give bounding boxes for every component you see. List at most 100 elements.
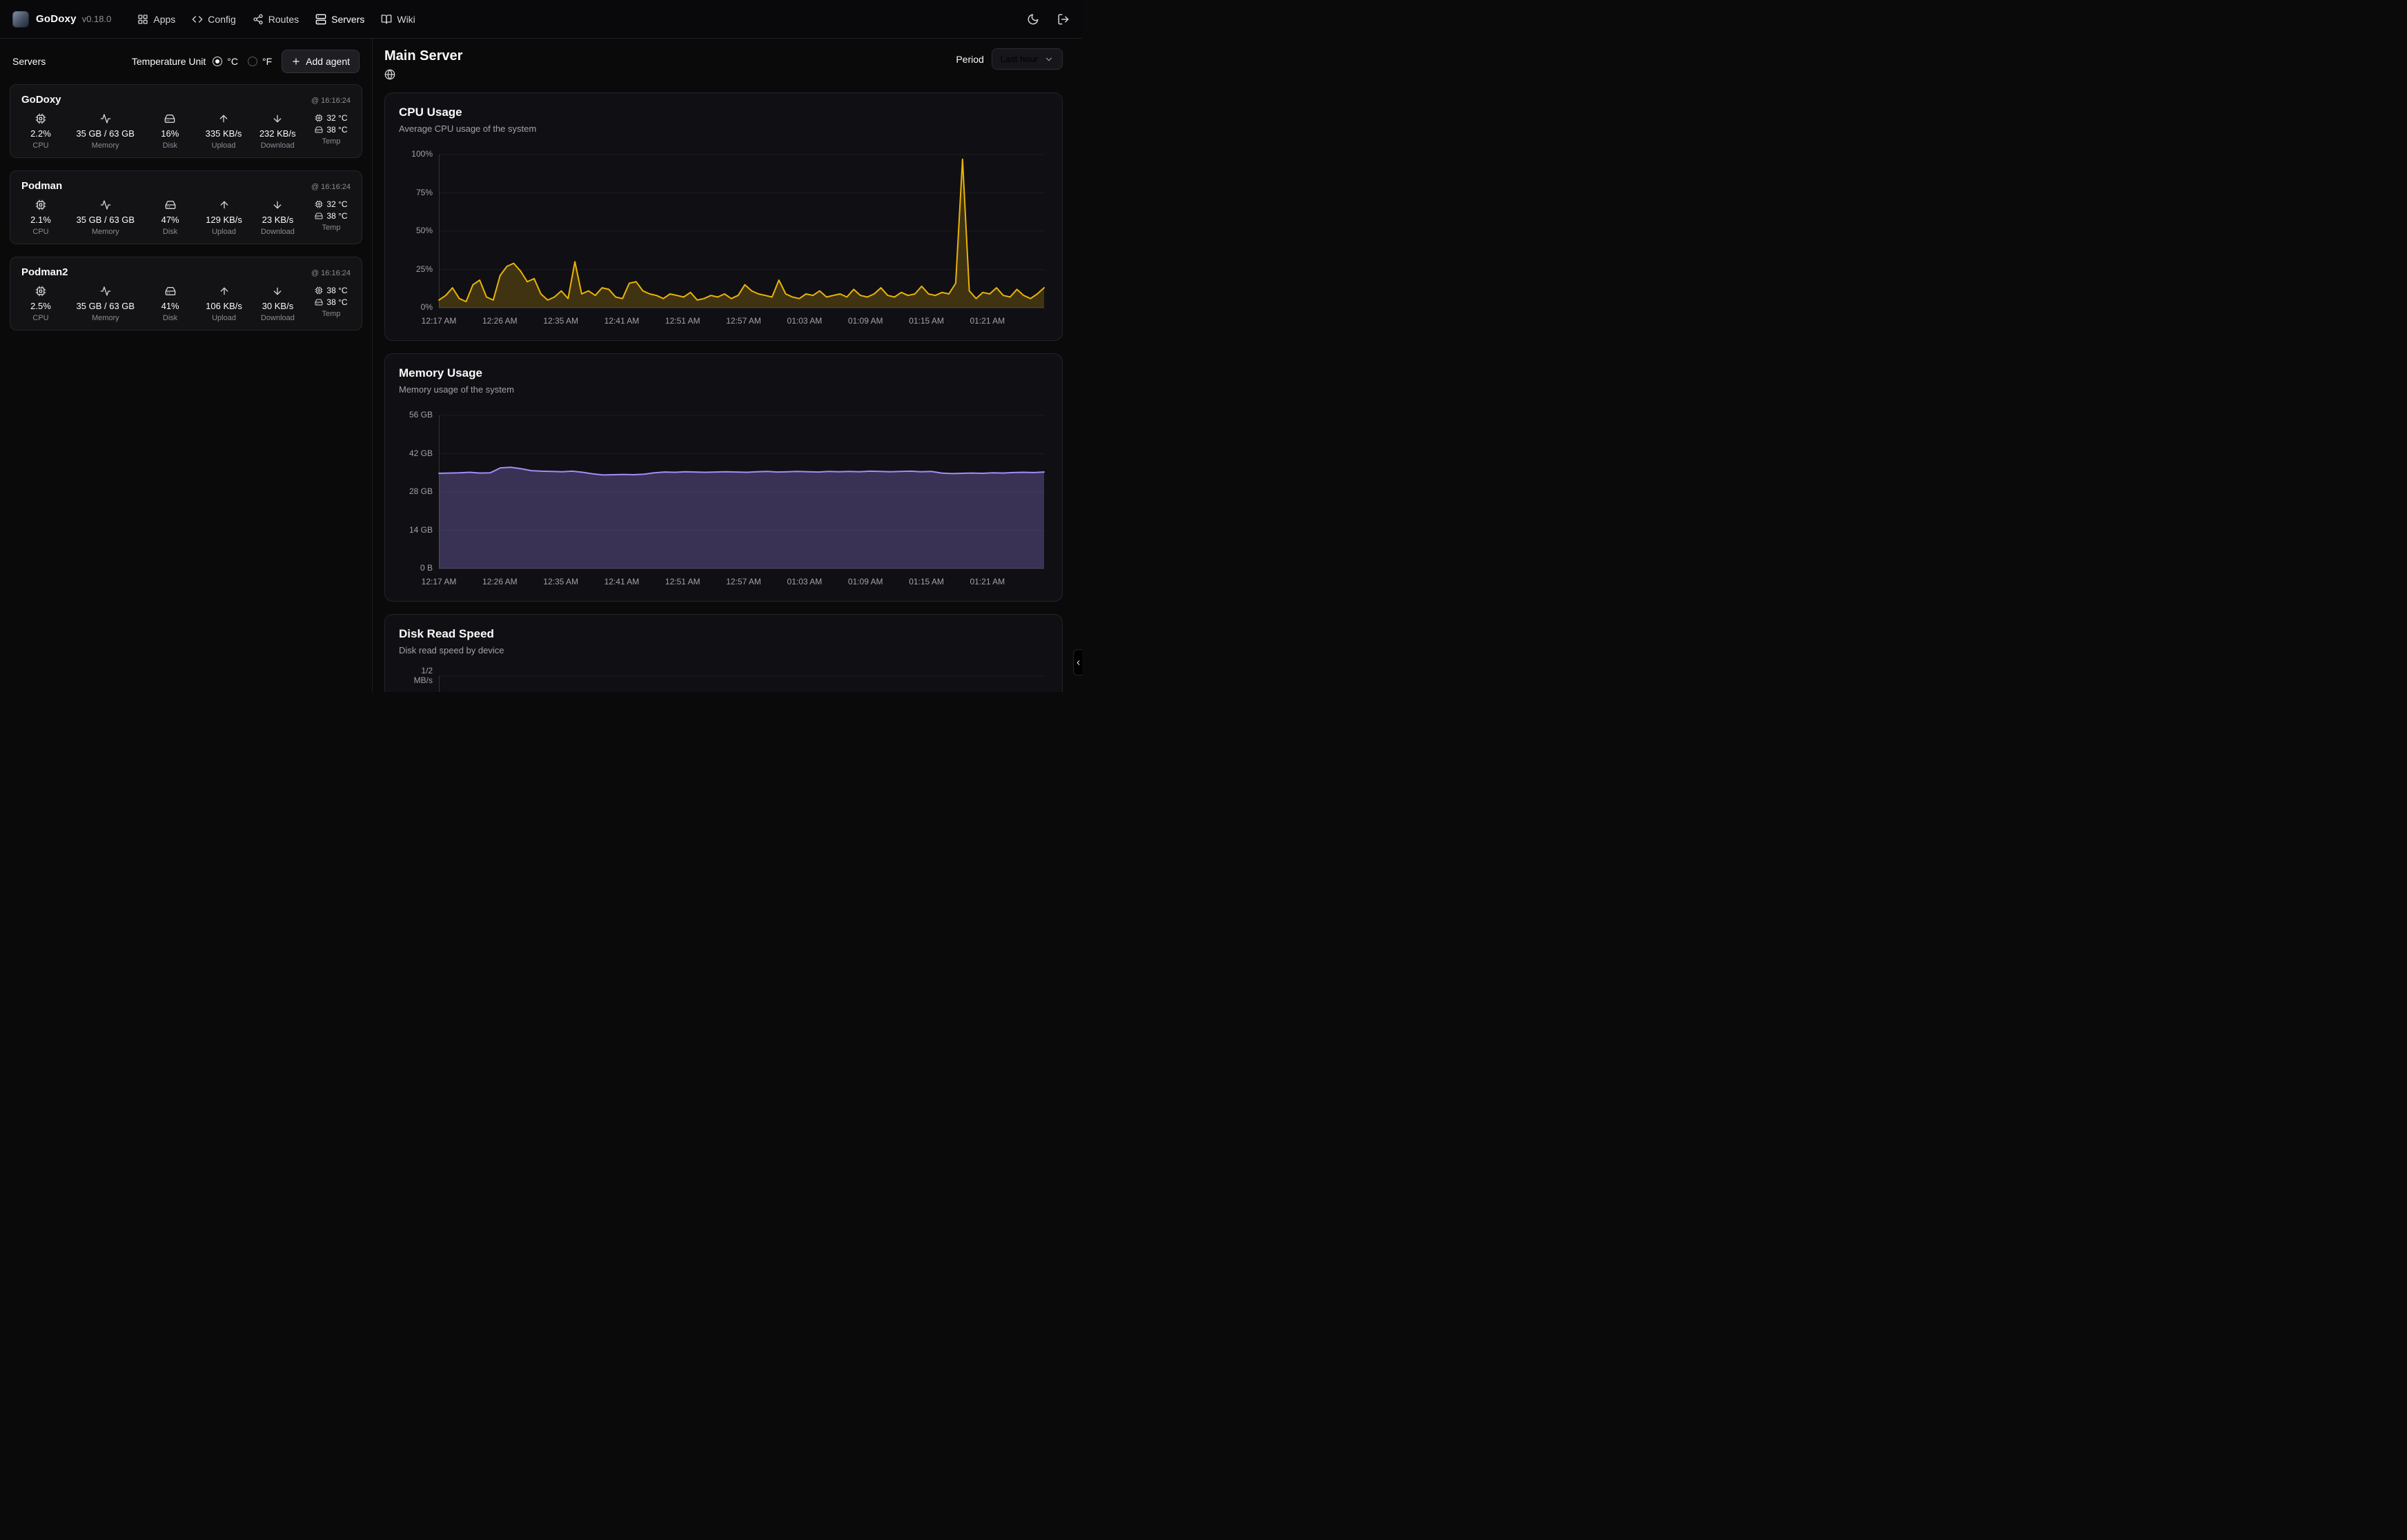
memory-usage-card: Memory Usage Memory usage of the system …: [384, 353, 1063, 602]
fahrenheit-radio[interactable]: °F: [248, 56, 272, 67]
chart-subtitle: Average CPU usage of the system: [399, 124, 1044, 134]
disk-stat: 16% Disk: [152, 113, 188, 150]
main-content: Main Server Period Last hour CPU Usage A…: [373, 39, 1082, 692]
servers-panel: Servers Temperature Unit °C °F Add agent…: [0, 39, 373, 692]
chart-title: Memory Usage: [399, 366, 1044, 380]
upload-label: Upload: [212, 141, 236, 150]
cpu-icon: [35, 199, 46, 210]
disk-read-speed-card: Disk Read Speed Disk read speed by devic…: [384, 614, 1063, 692]
chevron-left-icon: [1074, 659, 1082, 667]
nav-item-wiki[interactable]: Wiki: [381, 14, 415, 25]
disk-temp-value: 38 °C: [326, 297, 347, 307]
chart-title: Disk Read Speed: [399, 627, 1044, 641]
nav-item-servers[interactable]: Servers: [315, 14, 364, 25]
chart-title: CPU Usage: [399, 106, 1044, 119]
memory-value: 35 GB / 63 GB: [76, 128, 135, 139]
y-tick-label: 56 GB: [404, 411, 433, 420]
period-select[interactable]: Last hour: [992, 48, 1063, 70]
y-tick-label: 1/2 MB/s: [404, 667, 433, 686]
nav-item-label: Config: [208, 14, 235, 25]
y-tick-label: 50%: [404, 226, 433, 236]
upload-arrow-icon: [218, 113, 229, 124]
upload-value: 129 KB/s: [206, 215, 242, 225]
upload-label: Upload: [212, 314, 236, 322]
nav-item-label: Servers: [331, 14, 364, 25]
disk-label: Disk: [163, 314, 177, 322]
server-icon: [315, 14, 326, 25]
brand-name: GoDoxy: [36, 13, 77, 25]
logout-button[interactable]: [1057, 13, 1070, 26]
hard-drive-icon: [165, 286, 176, 297]
y-tick-label: 42 GB: [404, 449, 433, 459]
upload-value: 335 KB/s: [206, 128, 242, 139]
nav-item-apps[interactable]: Apps: [137, 14, 175, 25]
y-tick-label: 0%: [404, 303, 433, 313]
server-timestamp: @ 16:16:24: [311, 183, 351, 191]
temp-label: Temp: [322, 310, 341, 318]
upload-stat: 335 KB/s Upload: [206, 113, 242, 150]
logout-icon: [1057, 13, 1070, 26]
y-axis: 56 GB42 GB28 GB14 GB0 B: [399, 415, 439, 590]
x-tick-label: 01:03 AM: [787, 316, 823, 326]
nav-item-config[interactable]: Config: [192, 14, 235, 25]
y-tick-label: 25%: [404, 265, 433, 275]
x-tick-label: 01:09 AM: [848, 577, 883, 586]
x-tick-label: 12:57 AM: [726, 577, 761, 586]
download-value: 30 KB/s: [262, 301, 294, 311]
x-tick-label: 01:15 AM: [909, 577, 944, 586]
radio-unchecked-icon: [248, 57, 257, 66]
hard-drive-icon: [315, 126, 323, 134]
cpu-value: 2.5%: [30, 301, 51, 311]
memory-label: Memory: [92, 314, 119, 322]
server-card-godoxy[interactable]: GoDoxy @ 16:16:24 2.2% CPU 35 GB / 63 GB…: [10, 84, 362, 158]
temperature-unit-label: Temperature Unit: [132, 56, 206, 67]
x-tick-label: 12:26 AM: [482, 316, 518, 326]
x-tick-label: 12:17 AM: [422, 316, 457, 326]
server-card-podman[interactable]: Podman @ 16:16:24 2.1% CPU 35 GB / 63 GB…: [10, 170, 362, 244]
hard-drive-icon: [315, 212, 323, 220]
cpu-label: CPU: [32, 228, 48, 236]
plus-icon: [291, 57, 301, 66]
celsius-radio[interactable]: °C: [213, 56, 238, 67]
disk-value: 47%: [161, 215, 179, 225]
x-tick-label: 12:17 AM: [422, 577, 457, 586]
panel-collapse-handle[interactable]: [1073, 649, 1082, 675]
add-agent-button[interactable]: Add agent: [282, 50, 360, 73]
add-agent-label: Add agent: [306, 56, 350, 67]
x-tick-label: 12:26 AM: [482, 577, 518, 586]
celsius-label: °C: [227, 56, 238, 67]
upload-stat: 106 KB/s Upload: [206, 286, 242, 322]
server-card-podman2[interactable]: Podman2 @ 16:16:24 2.5% CPU 35 GB / 63 G…: [10, 257, 362, 330]
hard-drive-icon: [165, 199, 176, 210]
activity-icon: [100, 286, 111, 297]
grid-icon: [137, 14, 148, 25]
upload-stat: 129 KB/s Upload: [206, 199, 242, 236]
download-value: 23 KB/s: [262, 215, 294, 225]
godoxy-logo: [12, 11, 29, 28]
nav-item-routes[interactable]: Routes: [253, 14, 299, 25]
cpu-stat: 2.5% CPU: [23, 286, 59, 322]
dark-mode-toggle[interactable]: [1027, 13, 1039, 26]
page-title: Main Server: [384, 48, 462, 64]
x-tick-label: 01:15 AM: [909, 316, 944, 326]
download-arrow-icon: [272, 199, 283, 210]
cpu-value: 2.2%: [30, 128, 51, 139]
server-url-link[interactable]: [384, 69, 395, 80]
cpu-stat: 2.1% CPU: [23, 199, 59, 236]
fahrenheit-label: °F: [262, 56, 272, 67]
x-tick-label: 01:21 AM: [970, 577, 1005, 586]
y-tick-label: 100%: [404, 150, 433, 159]
download-arrow-icon: [272, 113, 283, 124]
memory-usage-chart: [439, 415, 1044, 569]
cpu-label: CPU: [32, 141, 48, 150]
servers-panel-title: Servers: [12, 56, 46, 67]
cpu-icon: [35, 286, 46, 297]
route-icon: [253, 14, 264, 25]
chart-subtitle: Disk read speed by device: [399, 645, 1044, 655]
moon-icon: [1027, 13, 1039, 26]
cpu-icon: [315, 114, 323, 122]
x-tick-label: 01:21 AM: [970, 316, 1005, 326]
x-tick-label: 12:35 AM: [543, 316, 578, 326]
nav-item-label: Wiki: [397, 14, 415, 25]
cpu-icon: [315, 200, 323, 208]
